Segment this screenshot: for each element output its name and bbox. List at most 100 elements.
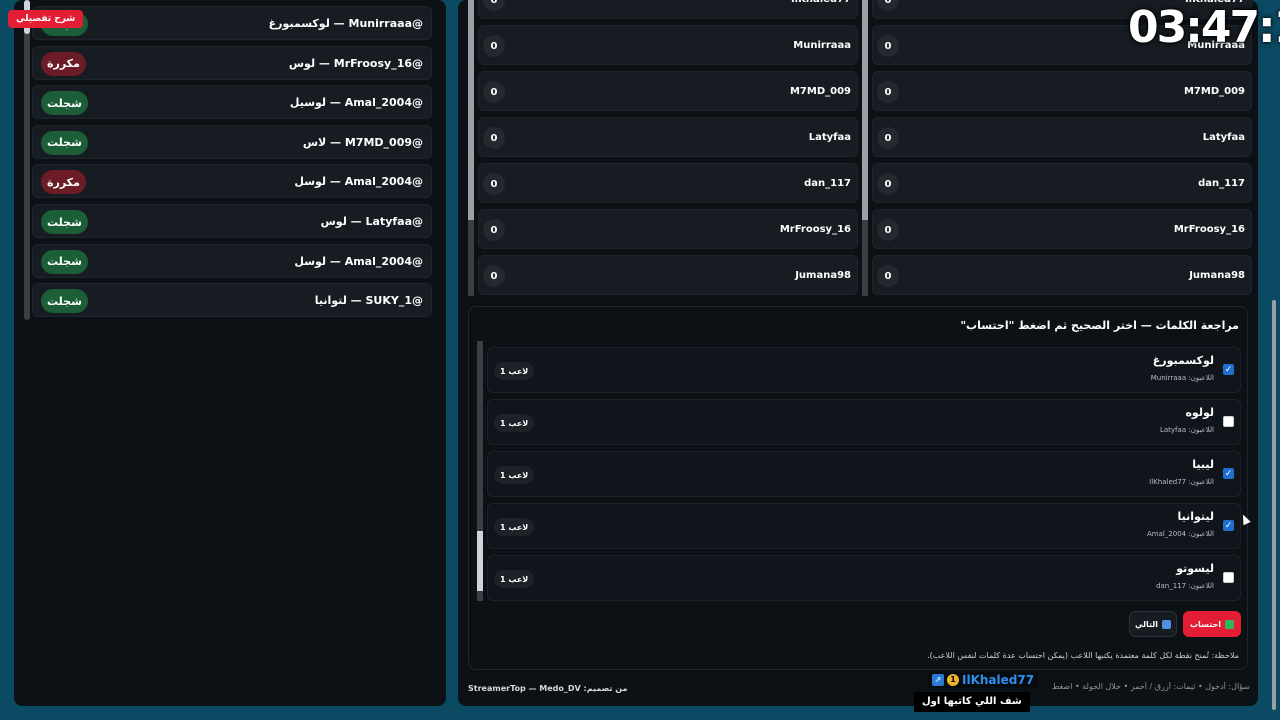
feed-row: شجلت @SUKY_1 — لتوانيا xyxy=(32,283,432,318)
team-a-column: 0 IlKhaled77 0 Munirraaa 0 M7MD_009 0 Latyfaa 0 d… xyxy=(468,0,858,296)
feed-row: شجلت @Amal_2004 — لوسيل xyxy=(32,85,432,120)
feed-text: @SUKY_1 — لتوانيا xyxy=(314,294,423,308)
word-row[interactable]: 1 لاعب ليتوانيا اللاعبون: Amal_2004 ✓ xyxy=(487,503,1241,549)
review-title: مراجعة الكلمات — اختر الصحيح ثم اضغط "اح… xyxy=(960,319,1239,332)
word-text: لولوه xyxy=(1185,406,1214,419)
player-count-badge: 1 لاعب xyxy=(494,518,535,536)
word-checkbox[interactable] xyxy=(1223,416,1234,427)
next-icon xyxy=(1162,619,1172,629)
credit-text: من تصميم: StreamerTop — Medo_DV xyxy=(468,684,628,693)
help-button[interactable]: شرح تفصيلي xyxy=(8,10,84,28)
player-name: Munirraaa xyxy=(793,40,851,51)
player-name: M7MD_009 xyxy=(789,86,851,97)
feed-text: @Amal_2004 — لوسل xyxy=(294,254,423,268)
badge-icon: 1 xyxy=(947,674,959,686)
player-name: Latyfaa xyxy=(808,132,851,143)
status-badge: شجلت xyxy=(41,249,88,274)
feed-text: @Amal_2004 — لوسيل xyxy=(289,96,423,110)
review-scrollbar[interactable] xyxy=(477,341,483,601)
player-score: 0 xyxy=(877,265,899,287)
feed-scrollbar[interactable] xyxy=(24,0,30,320)
player-name: IlKhaled77 xyxy=(791,0,851,20)
player-score: 0 xyxy=(877,81,899,103)
check-icon xyxy=(1224,619,1234,629)
status-badge: شجلت xyxy=(41,91,88,116)
player-row: 0 M7MD_009 xyxy=(872,71,1252,111)
word-players: اللاعبون: Amal_2004 xyxy=(1146,530,1214,538)
feed-text: @Latyfaa — لوس xyxy=(320,215,423,228)
word-checkbox[interactable]: ✓ xyxy=(1223,468,1234,479)
player-row: 0 Jumana98 xyxy=(478,255,858,295)
player-name: M7MD_009 xyxy=(1183,86,1245,97)
word-text: ليسوتو xyxy=(1176,562,1214,575)
player-score: 0 xyxy=(483,127,505,149)
word-players: اللاعبون: dan_117 xyxy=(1156,582,1214,590)
team-a-scrollbar[interactable] xyxy=(468,0,474,296)
player-score: 0 xyxy=(483,0,505,11)
player-row: 0 Latyfaa xyxy=(478,117,858,157)
status-badge: شجلت xyxy=(41,130,88,155)
word-checkbox[interactable] xyxy=(1223,572,1234,583)
team-b-scrollbar[interactable] xyxy=(862,0,868,296)
word-text: ليبيا xyxy=(1192,458,1214,471)
player-name: Latyfaa xyxy=(1202,132,1245,143)
player-row: 0 Latyfaa xyxy=(872,117,1252,157)
feed-text: @MrFroosy_16 — لوس xyxy=(288,56,423,70)
player-score: 0 xyxy=(483,265,505,287)
player-row: 0 M7MD_009 xyxy=(478,71,858,111)
next-button[interactable]: التالي xyxy=(1129,611,1177,637)
player-count-badge: 1 لاعب xyxy=(494,414,535,432)
word-row[interactable]: 1 لاعب ليسوتو اللاعبون: dan_117 xyxy=(487,555,1241,601)
word-checkbox[interactable]: ✓ xyxy=(1223,520,1234,531)
player-row: 0 Munirraaa xyxy=(478,25,858,65)
player-name: MrFroosy_16 xyxy=(779,224,851,235)
feed-row: شجلت @Latyfaa — لوس xyxy=(32,204,432,238)
feed-row: شجلت@Munirraaa — لوكسمبورغ xyxy=(32,6,432,40)
review-scrollbar-thumb[interactable] xyxy=(477,531,483,591)
player-count-badge: 1 لاعب xyxy=(494,466,535,484)
player-score: 0 xyxy=(483,81,505,103)
calculate-button[interactable]: احتساب xyxy=(1183,611,1241,637)
player-row: 0 dan_117 xyxy=(872,163,1252,203)
status-badge: شجلت xyxy=(41,210,88,234)
word-checkbox[interactable]: ✓ xyxy=(1223,364,1234,375)
feed-row: شجلت @Amal_2004 — لوسل xyxy=(32,243,432,278)
word-players: اللاعبون: IlKhaled77 xyxy=(1149,478,1214,486)
player-score: 0 xyxy=(483,219,505,241)
chat-username: IlKhaled77 xyxy=(962,673,1035,687)
word-text: ليتوانيا xyxy=(1177,510,1214,523)
player-score: 0 xyxy=(877,219,899,241)
player-score: 0 xyxy=(877,173,899,195)
status-badge: مكررة xyxy=(41,170,86,195)
team-a-scrollbar-thumb[interactable] xyxy=(468,0,474,220)
player-name: Jumana98 xyxy=(1189,270,1245,281)
player-row: 0 IlKhaled77 xyxy=(478,0,858,19)
feed-row: مكررة @Amal_2004 — لوسل xyxy=(32,164,432,199)
player-row: 0 dan_117 xyxy=(478,163,858,203)
next-label: التالي xyxy=(1134,619,1159,629)
timer-clock: 03:47:12 xyxy=(1128,2,1280,53)
status-badge: شجلت xyxy=(41,289,88,314)
feed-text: @Amal_2004 — لوسل xyxy=(294,175,423,189)
scoring-note: ملاحظة: تُمنح نقطة لكل كلمة معتمدة يكتبه… xyxy=(927,651,1239,660)
calculate-label: احتساب xyxy=(1190,619,1221,629)
feed-text: @M7MD_009 — لاس xyxy=(302,135,423,149)
player-score: 0 xyxy=(483,35,505,57)
word-players: اللاعبون: Latyfaa xyxy=(1159,426,1214,434)
player-score: 0 xyxy=(877,0,899,11)
player-count-badge: 1 لاعب xyxy=(494,362,535,380)
platform-icon: ⇗ xyxy=(932,674,944,686)
chat-message: شف اللي كاتبها اول xyxy=(914,692,1030,712)
word-row[interactable]: 1 لاعب لوكسمبورغ اللاعبون: Munirraaa ✓ xyxy=(487,347,1241,393)
player-count-badge: 1 لاعب xyxy=(494,570,535,588)
word-row[interactable]: 1 لاعب ليبيا اللاعبون: IlKhaled77 ✓ xyxy=(487,451,1241,497)
page-scrollbar[interactable] xyxy=(1272,300,1276,710)
chat-user: ⇗ 1 IlKhaled77 xyxy=(928,672,1039,688)
team-b-scrollbar-thumb[interactable] xyxy=(862,0,868,220)
player-score: 0 xyxy=(877,35,899,57)
word-row[interactable]: 1 لاعب لولوه اللاعبون: Latyfaa xyxy=(487,399,1241,445)
player-name: Jumana98 xyxy=(795,270,851,281)
player-row: 0 MrFroosy_16 xyxy=(478,209,858,249)
feed-text: @Munirraaa — لوكسمبورغ xyxy=(268,17,423,30)
chat-overlay: ⇗ 1 IlKhaled77 شف اللي كاتبها اول xyxy=(914,668,1039,714)
